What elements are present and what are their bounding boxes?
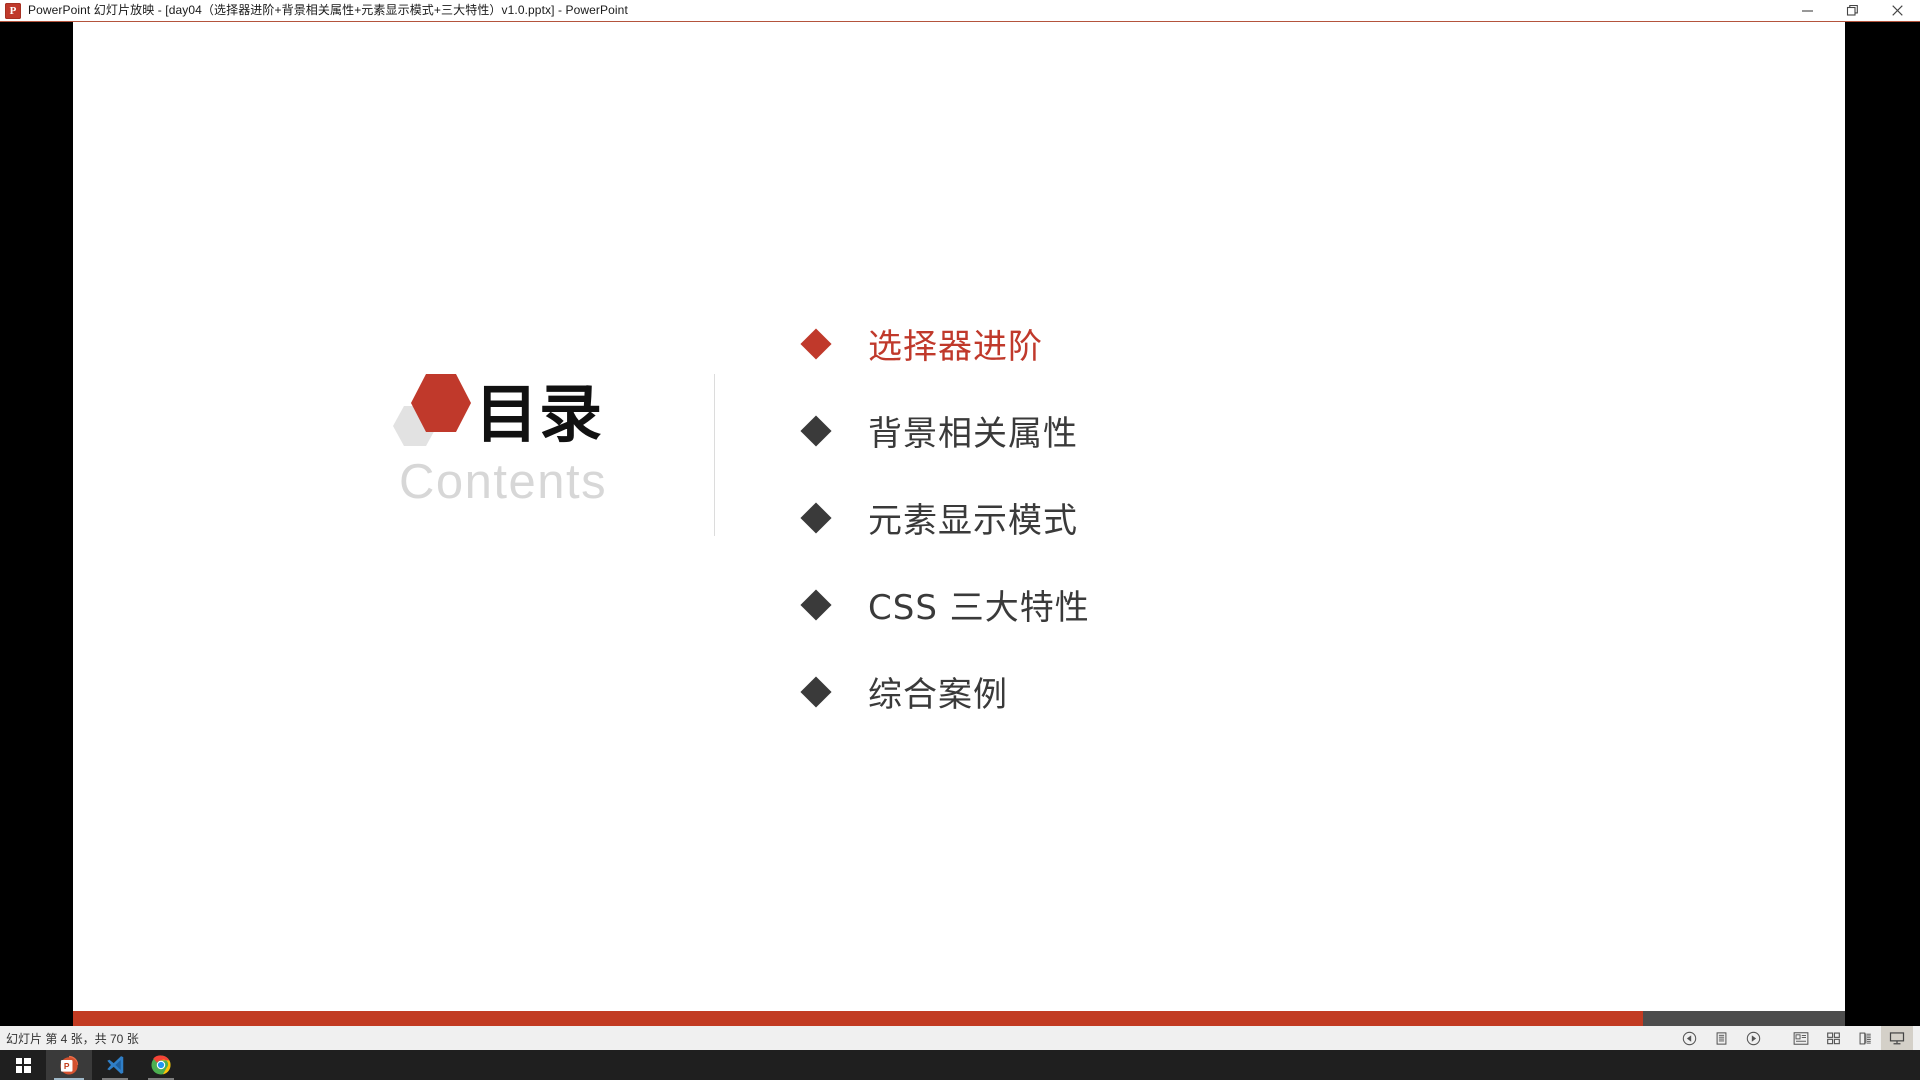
hexagon-logo-icon [393,372,471,448]
windows-logo-icon [15,1057,31,1073]
title-bar: PowerPoint 幻灯片放映 - [day04（选择器进阶+背景相关属性+元… [0,0,1920,22]
slideshow-button[interactable] [1881,1026,1913,1050]
restore-button[interactable] [1830,0,1875,21]
list-item[interactable]: 元素显示模式 [800,474,1503,561]
slide-counter-text: 幻灯片 第 4 张，共 70 张 [6,1031,139,1046]
vertical-divider [714,374,715,536]
slide-canvas[interactable]: 目录 Contents 选择器进阶 背景相关属性 元素显示模式 CSS 三大特性… [73,22,1845,1026]
reading-view-button[interactable] [1849,1026,1881,1050]
window-title: PowerPoint 幻灯片放映 - [day04（选择器进阶+背景相关属性+元… [28,3,628,17]
svg-text:P: P [64,1061,70,1071]
close-button[interactable] [1875,0,1920,21]
next-slide-button[interactable] [1737,1026,1769,1050]
taskbar-powerpoint[interactable]: P [46,1050,92,1080]
vscode-icon [107,1056,124,1074]
diamond-bullet-icon [800,675,832,708]
start-button[interactable] [0,1050,46,1080]
normal-view-button[interactable] [1785,1026,1817,1050]
minimize-button[interactable] [1785,0,1830,21]
slide-title-block: 目录 Contents [393,372,643,510]
list-item[interactable]: CSS 三大特性 [800,561,1503,648]
powerpoint-slideshow-window: PowerPoint 幻灯片放映 - [day04（选择器进阶+背景相关属性+元… [0,0,1920,1080]
powerpoint-icon: P [60,1055,79,1075]
progress-fill [73,1011,1643,1026]
view-controls [1673,1026,1913,1050]
windows-taskbar: P [0,1050,1920,1080]
slide-title-cn: 目录 [475,378,603,451]
diamond-bullet-icon [800,327,832,360]
notes-button[interactable] [1705,1026,1737,1050]
taskbar-chrome[interactable] [138,1050,184,1080]
taskbar-vscode[interactable] [92,1050,138,1080]
table-of-contents-list: 选择器进阶 背景相关属性 元素显示模式 CSS 三大特性 综合案例 [800,300,1503,735]
previous-slide-button[interactable] [1673,1026,1705,1050]
slide-sorter-button[interactable] [1817,1026,1849,1050]
chrome-icon [151,1055,171,1075]
powerpoint-icon [5,2,21,19]
list-item-label: 元素显示模式 [868,501,1078,541]
list-item-label: 背景相关属性 [868,414,1078,454]
list-item[interactable]: 背景相关属性 [800,387,1503,474]
status-bar: 幻灯片 第 4 张，共 70 张 [0,1026,1920,1050]
slideshow-progress-bar[interactable] [73,1011,1845,1026]
list-item[interactable]: 选择器进阶 [800,300,1503,387]
diamond-bullet-icon [800,501,832,534]
diamond-bullet-icon [800,588,832,621]
list-item-label: 选择器进阶 [868,327,1043,367]
list-item-label: 综合案例 [868,675,1008,715]
list-item[interactable]: 综合案例 [800,648,1503,735]
diamond-bullet-icon [800,414,832,447]
list-item-label: CSS 三大特性 [868,588,1090,628]
slide-title-en: Contents [399,455,608,509]
slideshow-stage[interactable]: 目录 Contents 选择器进阶 背景相关属性 元素显示模式 CSS 三大特性… [0,22,1920,1026]
